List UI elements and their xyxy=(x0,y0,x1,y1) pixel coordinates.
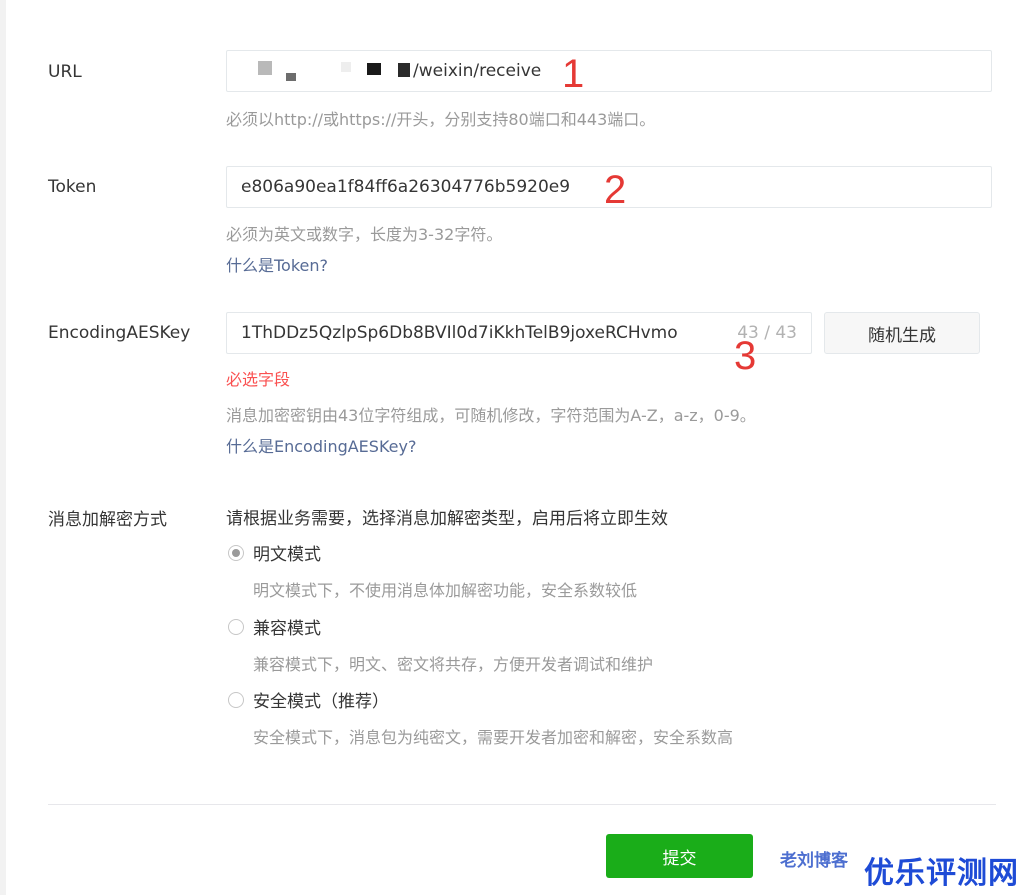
annotation-2: 2 xyxy=(604,168,627,212)
watermark-blog: 老刘博客 xyxy=(780,851,848,871)
url-label: URL xyxy=(48,62,82,82)
watermark-site: 优乐评测网 xyxy=(864,856,1019,891)
url-hint: 必须以http://或https://开头，分别支持80端口和443端口。 xyxy=(226,110,656,129)
annotation-1: 1 xyxy=(562,52,585,96)
url-redacted-part xyxy=(241,51,413,91)
radio-selected-icon[interactable] xyxy=(228,544,244,561)
url-input[interactable]: /weixin/receive xyxy=(226,50,992,92)
generate-key-button[interactable]: 随机生成 xyxy=(824,312,980,354)
left-edge-strip xyxy=(0,0,6,895)
radio-compatible-mode[interactable]: 兼容模式 xyxy=(228,614,321,639)
token-help-link[interactable]: 什么是Token? xyxy=(226,252,328,276)
token-hint: 必须为英文或数字，长度为3-32字符。 xyxy=(226,225,503,244)
plaintext-mode-desc: 明文模式下，不使用消息体加解密功能，安全系数较低 xyxy=(253,581,638,600)
aes-key-hint: 消息加密密钥由43位字符组成，可随机修改，字符范围为A-Z，a-z，0-9。 xyxy=(226,406,756,425)
annotation-3: 3 xyxy=(734,334,757,378)
aes-key-required-error: 必选字段 xyxy=(226,370,291,389)
server-config-page: URL /weixin/receive 1 必须以http://或https:/… xyxy=(0,0,1024,895)
radio-secure-label: 安全模式（推荐） xyxy=(253,692,389,712)
radio-compatible-label: 兼容模式 xyxy=(253,619,321,639)
aes-key-help-link[interactable]: 什么是EncodingAESKey? xyxy=(226,433,416,457)
aes-key-input[interactable]: 1ThDDz5QzlpSp6Db8BVIl0d7iKkhTelB9joxeRCH… xyxy=(226,312,812,354)
radio-secure-mode[interactable]: 安全模式（推荐） xyxy=(228,687,389,712)
submit-button[interactable]: 提交 xyxy=(606,834,753,878)
secure-mode-desc: 安全模式下，消息包为纯密文，需要开发者加密和解密，安全系数高 xyxy=(253,728,734,747)
url-value-suffix: /weixin/receive xyxy=(413,61,542,81)
token-label: Token xyxy=(48,177,97,197)
radio-unselected-icon[interactable] xyxy=(228,618,244,635)
radio-plaintext-mode[interactable]: 明文模式 xyxy=(228,540,321,565)
aes-key-label: EncodingAESKey xyxy=(48,323,191,343)
radio-plaintext-label: 明文模式 xyxy=(253,545,321,565)
encryption-mode-label: 消息加解密方式 xyxy=(48,510,167,530)
compatible-mode-desc: 兼容模式下，明文、密文将共存，方便开发者调试和维护 xyxy=(253,655,654,674)
encryption-intro: 请根据业务需要，选择消息加解密类型，启用后将立即生效 xyxy=(226,509,668,529)
token-value: e806a90ea1f84ff6a26304776b5920e9 xyxy=(241,177,571,197)
footer-divider xyxy=(48,804,996,805)
radio-unselected-icon[interactable] xyxy=(228,691,244,708)
aes-key-value: 1ThDDz5QzlpSp6Db8BVIl0d7iKkhTelB9joxeRCH… xyxy=(241,323,678,343)
